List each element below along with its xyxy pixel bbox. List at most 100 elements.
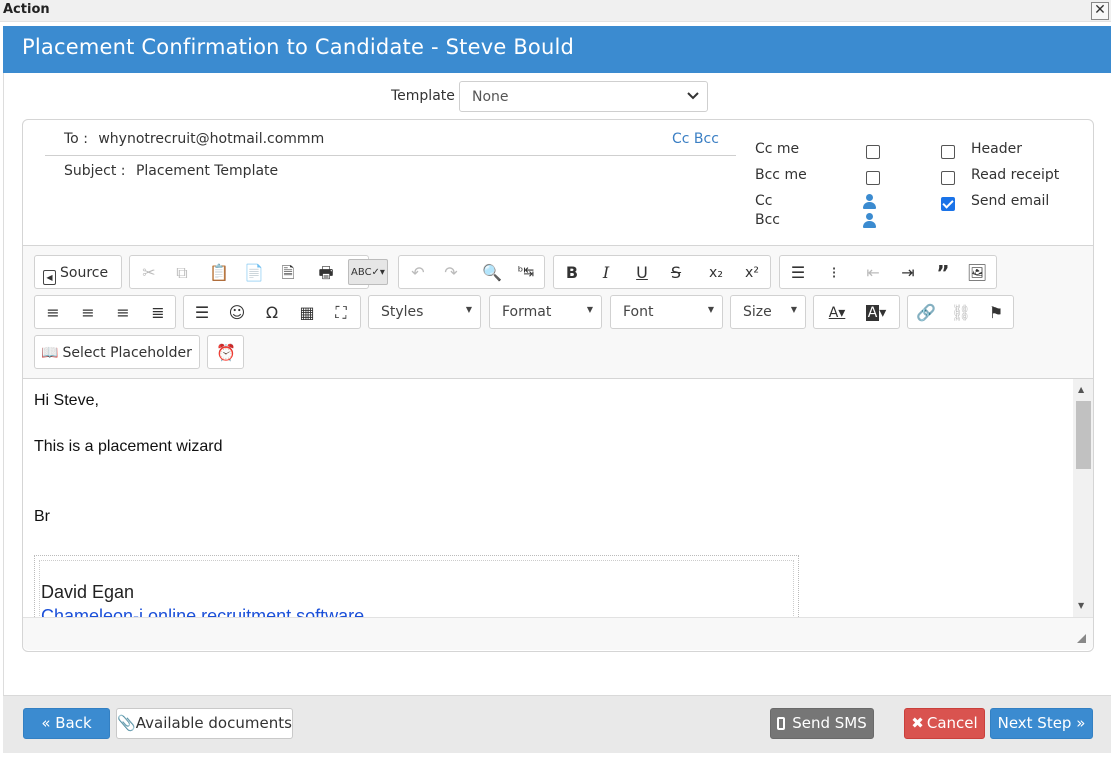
- spellcheck-icon[interactable]: ABC✓▾: [348, 259, 388, 285]
- available-documents-label: Available documents: [135, 714, 292, 732]
- signature-name: David Egan: [41, 582, 135, 602]
- justify-icon[interactable]: ≣: [144, 300, 172, 326]
- format-label: Format: [502, 304, 552, 320]
- to-input[interactable]: whynotrecruit@hotmail.commm: [98, 131, 324, 147]
- source-label: Source: [60, 265, 109, 281]
- unlink-icon[interactable]: ⛓: [947, 300, 975, 326]
- image-icon[interactable]: 🖼: [963, 260, 991, 286]
- outdent-icon[interactable]: ⇤: [859, 260, 887, 286]
- align-right-icon[interactable]: ≡: [109, 300, 137, 326]
- page-header: Placement Confirmation to Candidate - St…: [3, 26, 1111, 73]
- bcc-person-icon[interactable]: [862, 213, 876, 229]
- close-icon[interactable]: ✕: [1091, 2, 1109, 20]
- strikethrough-icon[interactable]: S: [662, 260, 690, 286]
- bcc-me-label: Bcc me: [755, 167, 807, 183]
- special-char-icon[interactable]: Ω: [258, 300, 286, 326]
- subscript-icon[interactable]: x₂: [702, 260, 730, 286]
- redo-icon[interactable]: ↷: [437, 260, 465, 286]
- maximize-icon[interactable]: ⛶: [327, 300, 355, 326]
- format-combo[interactable]: Format ▼: [489, 295, 602, 329]
- paperclip-icon: 📎: [117, 714, 136, 732]
- cancel-label: Cancel: [926, 714, 978, 732]
- editor-footer: [23, 617, 1093, 650]
- send-email-checkbox[interactable]: [941, 197, 955, 211]
- page-title: Placement Confirmation to Candidate - St…: [22, 35, 575, 59]
- available-documents-button[interactable]: 📎Available documents: [116, 708, 293, 739]
- template-select[interactable]: None: [459, 81, 708, 112]
- cancel-button[interactable]: ✖ Cancel: [904, 708, 985, 739]
- cc-bcc-link[interactable]: Cc Bcc: [672, 131, 719, 147]
- history-group: ↶ ↷ 🔍 ᵇ↹: [398, 255, 545, 289]
- align-left-icon[interactable]: ≡: [39, 300, 67, 326]
- replace-icon[interactable]: ᵇ↹: [512, 260, 540, 286]
- italic-icon[interactable]: I: [592, 260, 620, 286]
- align-center-icon[interactable]: ≡: [74, 300, 102, 326]
- blockquote-icon[interactable]: ”: [929, 260, 957, 286]
- bold-icon[interactable]: B: [558, 260, 586, 286]
- underline-icon[interactable]: U: [628, 260, 656, 286]
- dropdown-arrow-icon: ▼: [586, 305, 593, 314]
- text-color-icon[interactable]: A▾: [820, 300, 854, 326]
- scroll-down-icon[interactable]: ▼: [1078, 601, 1084, 610]
- alarm-clock-icon[interactable]: ⏰: [212, 340, 240, 366]
- cc-me-checkbox[interactable]: [866, 145, 880, 159]
- styles-combo[interactable]: Styles ▼: [368, 295, 481, 329]
- smiley-icon[interactable]: ☺: [223, 300, 251, 326]
- find-icon[interactable]: 🔍: [478, 260, 506, 286]
- signature-link[interactable]: Chameleon-i online recruitment software: [41, 606, 364, 617]
- scroll-up-icon[interactable]: ▲: [1078, 385, 1084, 394]
- window-title-bar: Action ✕: [0, 0, 1111, 22]
- anchor-flag-icon[interactable]: ⚑: [982, 300, 1010, 326]
- bcc-me-checkbox[interactable]: [866, 171, 880, 185]
- scrollbar-thumb[interactable]: [1076, 401, 1091, 469]
- book-icon: 📖: [41, 345, 59, 361]
- font-combo[interactable]: Font ▼: [610, 295, 723, 329]
- size-combo[interactable]: Size ▼: [730, 295, 806, 329]
- numbered-list-icon[interactable]: ☰: [784, 260, 812, 286]
- paste-icon[interactable]: 📋: [205, 260, 233, 286]
- template-select-value: None: [472, 89, 509, 105]
- frame-border: [3, 73, 4, 695]
- copy-icon[interactable]: ⧉: [168, 260, 196, 286]
- source-button[interactable]: ◀ Source: [39, 260, 119, 286]
- cc-person-icon[interactable]: [862, 194, 876, 210]
- mobile-phone-icon: [777, 717, 786, 730]
- subject-row: Subject : Placement Template: [42, 163, 278, 179]
- bcc-label: Bcc: [755, 212, 780, 228]
- align-group: ≡ ≡ ≡ ≣: [34, 295, 176, 329]
- dropdown-arrow-icon: ▼: [465, 305, 472, 314]
- bulleted-list-icon[interactable]: ⁝: [820, 260, 848, 286]
- timer-group: ⏰: [207, 335, 244, 369]
- background-color-icon[interactable]: A ▾: [858, 300, 894, 326]
- to-label: To :: [64, 131, 88, 147]
- paste-text-icon[interactable]: 📄: [240, 260, 268, 286]
- superscript-icon[interactable]: x²: [738, 260, 766, 286]
- header-label: Header: [971, 141, 1022, 157]
- select-placeholder-button[interactable]: 📖 Select Placeholder: [39, 340, 197, 366]
- editor-scrollbar[interactable]: ▲ ▼: [1073, 379, 1093, 617]
- editor-line-signoff: Br: [34, 508, 50, 525]
- resize-grip-icon[interactable]: [1077, 634, 1086, 643]
- font-label: Font: [623, 304, 654, 320]
- back-button[interactable]: « Back: [23, 708, 110, 739]
- subject-input[interactable]: Placement Template: [136, 163, 278, 179]
- cc-me-label: Cc me: [755, 141, 800, 157]
- link-icon[interactable]: 🔗: [912, 300, 940, 326]
- header-checkbox[interactable]: [941, 145, 955, 159]
- read-receipt-checkbox[interactable]: [941, 171, 955, 185]
- table-icon[interactable]: ▦: [293, 300, 321, 326]
- cc-label: Cc: [755, 193, 773, 209]
- indent-icon[interactable]: ⇥: [894, 260, 922, 286]
- send-sms-label: Send SMS: [792, 714, 867, 732]
- paste-word-icon[interactable]: 🗎: [274, 260, 302, 286]
- undo-icon[interactable]: ↶: [404, 260, 432, 286]
- cut-icon[interactable]: ✂: [135, 260, 163, 286]
- print-icon[interactable]: 🖶: [312, 260, 340, 286]
- editor-line-body: This is a placement wizard: [34, 438, 223, 455]
- next-step-button[interactable]: Next Step »: [990, 708, 1093, 739]
- send-sms-button[interactable]: Send SMS: [770, 708, 874, 739]
- editor-toolbar: ◀ Source ✂ ⧉ 📋 📄 🗎 🖶 ABC✓▾ ↶ ↷ 🔍 ᵇ↹ B I U…: [23, 245, 1093, 379]
- editor-content[interactable]: Hi Steve, This is a placement wizard Br …: [23, 379, 1073, 617]
- horizontal-rule-icon[interactable]: ☰: [188, 300, 216, 326]
- size-label: Size: [743, 304, 772, 320]
